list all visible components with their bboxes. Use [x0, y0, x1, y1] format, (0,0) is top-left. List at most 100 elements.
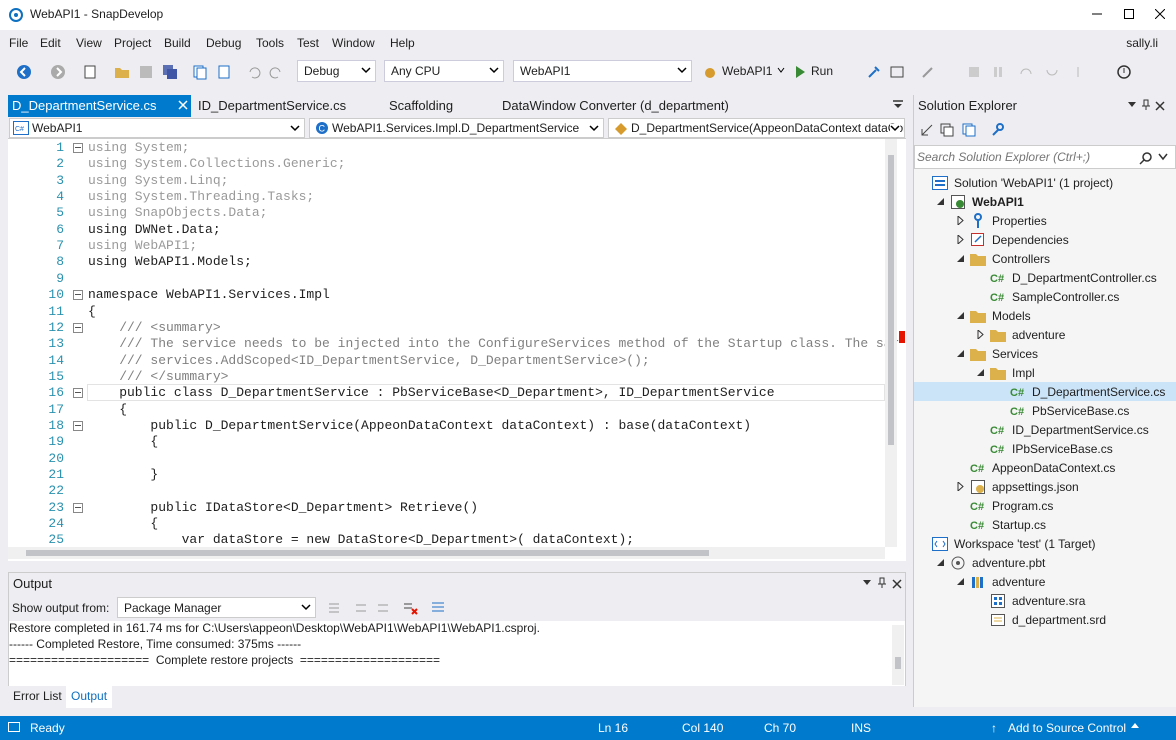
tree-item[interactable]: adventure: [914, 572, 1176, 591]
open-folder-icon[interactable]: [112, 62, 132, 82]
fold-toggle-icon[interactable]: [73, 323, 83, 333]
tree-item[interactable]: C#Program.cs: [914, 496, 1176, 515]
tree-item[interactable]: adventure: [914, 325, 1176, 344]
copy-icon[interactable]: [190, 62, 210, 82]
debug-target-label[interactable]: WebAPI1: [722, 64, 772, 78]
tree-item[interactable]: Solution 'WebAPI1' (1 project): [914, 173, 1176, 192]
menu-window[interactable]: Window: [332, 36, 375, 50]
close-window-button[interactable]: [1149, 4, 1171, 24]
expanded-arrow-icon[interactable]: [976, 368, 986, 378]
tree-item[interactable]: C#IPbServiceBase.cs: [914, 439, 1176, 458]
undo-icon[interactable]: [244, 62, 264, 82]
save-icon[interactable]: [136, 62, 156, 82]
close-icon[interactable]: [1155, 101, 1165, 111]
collapsed-arrow-icon[interactable]: [956, 482, 966, 492]
tab-scaffolding[interactable]: Scaffolding: [385, 95, 457, 117]
output-scroll-thumb[interactable]: [895, 657, 901, 669]
step-out-icon[interactable]: [1068, 62, 1088, 82]
expanded-arrow-icon[interactable]: [956, 311, 966, 321]
panel-menu-icon[interactable]: [863, 580, 871, 586]
horizontal-scrollbar[interactable]: [8, 547, 885, 559]
menu-project[interactable]: Project: [114, 36, 151, 50]
pin-icon[interactable]: [1141, 99, 1151, 111]
next-message-icon[interactable]: [376, 601, 390, 615]
expanded-arrow-icon[interactable]: [956, 577, 966, 587]
tree-item[interactable]: C#Startup.cs: [914, 515, 1176, 534]
tree-item[interactable]: Properties: [914, 211, 1176, 230]
fold-toggle-icon[interactable]: [73, 290, 83, 300]
close-icon[interactable]: [178, 100, 188, 110]
tab-d-departmentservice[interactable]: D_DepartmentService.cs: [8, 95, 191, 117]
tab-error-list[interactable]: Error List: [8, 686, 67, 708]
previous-message-icon[interactable]: [354, 601, 368, 615]
build-icon[interactable]: [864, 62, 884, 82]
panel-menu-icon[interactable]: [1128, 102, 1136, 108]
tree-item[interactable]: adventure.pbt: [914, 553, 1176, 572]
tree-item[interactable]: C#PbServiceBase.cs: [914, 401, 1176, 420]
fold-toggle-icon[interactable]: [73, 388, 83, 398]
vertical-scroll-thumb[interactable]: [888, 155, 894, 445]
chevron-down-icon[interactable]: [1158, 153, 1168, 161]
word-wrap-icon[interactable]: [430, 600, 446, 616]
tab-list-menu-icon[interactable]: [893, 100, 903, 110]
close-icon[interactable]: [892, 579, 902, 589]
menu-test[interactable]: Test: [297, 36, 319, 50]
menu-debug[interactable]: Debug: [206, 36, 241, 50]
tab-id-departmentservice[interactable]: ID_DepartmentService.cs: [194, 95, 350, 117]
back-icon[interactable]: [14, 62, 34, 82]
output-source-select[interactable]: Package Manager: [117, 597, 316, 618]
collapse-all-icon[interactable]: [940, 123, 954, 137]
tree-item[interactable]: Impl: [914, 363, 1176, 382]
collapsed-arrow-icon[interactable]: [976, 330, 986, 340]
menu-tools[interactable]: Tools: [256, 36, 284, 50]
fold-toggle-icon[interactable]: [73, 143, 83, 153]
deploy-icon[interactable]: [887, 62, 907, 82]
tree-item[interactable]: adventure.sra: [914, 591, 1176, 610]
search-icon[interactable]: [1139, 151, 1153, 165]
step-into-icon[interactable]: [1042, 62, 1062, 82]
tree-item[interactable]: C#D_DepartmentController.cs: [914, 268, 1176, 287]
fold-toggle-icon[interactable]: [73, 421, 83, 431]
new-item-icon[interactable]: [80, 62, 100, 82]
tools-icon[interactable]: [918, 62, 938, 82]
tree-item[interactable]: d_department.srd: [914, 610, 1176, 629]
configuration-select[interactable]: Debug: [297, 60, 376, 82]
tree-item[interactable]: C#D_DepartmentService.cs: [914, 382, 1176, 401]
tree-item[interactable]: Workspace 'test' (1 Target): [914, 534, 1176, 553]
tree-item[interactable]: C#AppeonDataContext.cs: [914, 458, 1176, 477]
tree-item[interactable]: Dependencies: [914, 230, 1176, 249]
fold-toggle-icon[interactable]: [73, 503, 83, 513]
tree-item[interactable]: Services: [914, 344, 1176, 363]
menu-view[interactable]: View: [76, 36, 102, 50]
step-over-icon[interactable]: [1016, 62, 1036, 82]
vertical-scrollbar[interactable]: [885, 139, 897, 547]
solution-search-box[interactable]: [914, 145, 1176, 169]
add-to-source-control-button[interactable]: Add to Source Control: [1008, 721, 1126, 735]
menu-edit[interactable]: Edit: [40, 36, 61, 50]
tree-item[interactable]: C#SampleController.cs: [914, 287, 1176, 306]
minimize-button[interactable]: [1086, 4, 1108, 24]
expanded-arrow-icon[interactable]: [936, 558, 946, 568]
menu-help[interactable]: Help: [390, 36, 415, 50]
chevron-down-icon[interactable]: [777, 66, 785, 74]
maximize-button[interactable]: [1118, 4, 1140, 24]
expanded-arrow-icon[interactable]: [956, 349, 966, 359]
timer-icon[interactable]: [1114, 62, 1134, 82]
pin-icon[interactable]: [877, 577, 887, 589]
user-account[interactable]: sally.li: [1126, 36, 1158, 50]
collapsed-arrow-icon[interactable]: [956, 216, 966, 226]
tree-item[interactable]: WebAPI1: [914, 192, 1176, 211]
stop-icon[interactable]: [964, 62, 984, 82]
run-icon[interactable]: [790, 62, 810, 82]
tree-item[interactable]: appsettings.json: [914, 477, 1176, 496]
menu-file[interactable]: File: [9, 36, 28, 50]
horizontal-scroll-thumb[interactable]: [26, 550, 709, 556]
startup-project-select[interactable]: WebAPI1: [513, 60, 692, 82]
collapsed-arrow-icon[interactable]: [956, 235, 966, 245]
paste-icon[interactable]: [214, 62, 234, 82]
code-editor[interactable]: 1using System;2using System.Collections.…: [8, 139, 906, 561]
tab-datawindow-converter[interactable]: DataWindow Converter (d_department): [498, 95, 733, 117]
properties-wrench-icon[interactable]: [990, 123, 1004, 137]
class-nav-select[interactable]: C WebAPI1.Services.Impl.D_DepartmentServ…: [309, 118, 604, 138]
show-all-files-icon[interactable]: [962, 123, 976, 137]
